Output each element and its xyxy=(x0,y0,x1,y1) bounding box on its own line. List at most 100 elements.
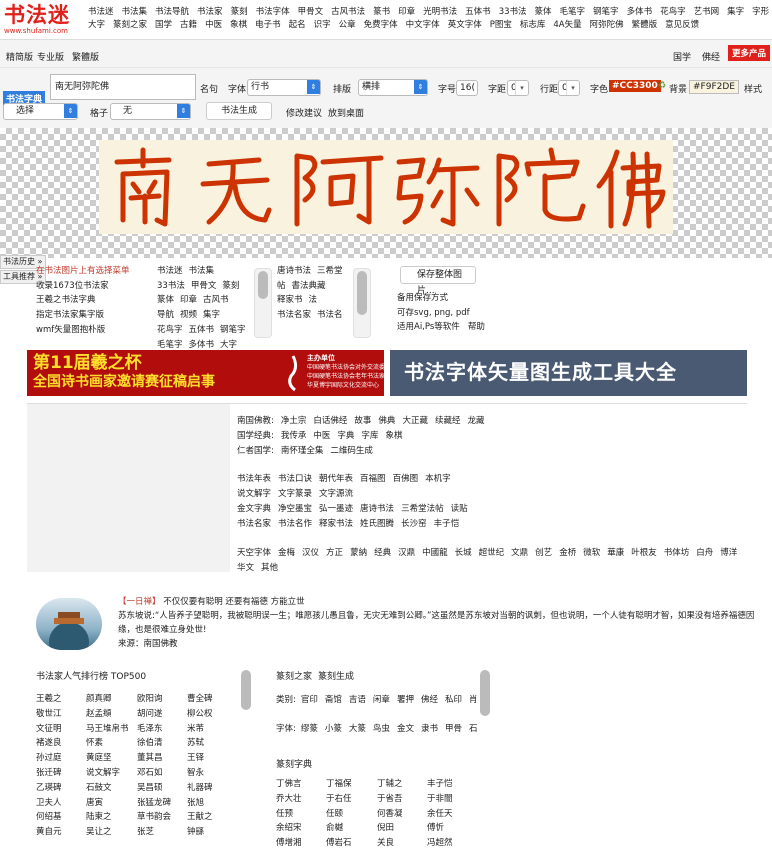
seal-name-item[interactable]: 倪田 xyxy=(377,821,394,833)
style-label[interactable]: 样式 xyxy=(744,82,762,95)
seal-name-item[interactable]: 傅增湘 xyxy=(276,836,302,848)
top-nav-link[interactable]: 书法集 xyxy=(122,7,148,17)
category-link[interactable]: 超世纪 xyxy=(479,548,505,558)
top-nav-link[interactable]: 篆体 xyxy=(535,7,552,17)
category-link[interactable]: 南怀瑾全集 xyxy=(281,446,324,456)
ranking-item[interactable]: 王羲之 xyxy=(36,692,62,704)
category-link[interactable]: 博洋 xyxy=(720,548,737,558)
help-link[interactable]: 帮助 xyxy=(468,322,485,332)
category-link[interactable]: 丰子恺 xyxy=(434,519,460,529)
ink-color-picker[interactable]: #CC3300 xyxy=(609,80,661,92)
ranking-title[interactable]: 书法家人气排行榜 TOP500 xyxy=(36,669,146,682)
text-input[interactable]: 南无阿弥陀佛 xyxy=(50,74,196,100)
seal-category-link[interactable]: 吉语 xyxy=(349,695,366,705)
seal-font-link[interactable]: 甲骨 xyxy=(445,724,462,734)
seal-dictionary-title[interactable]: 篆刻字典 xyxy=(276,757,312,770)
layout-select[interactable]: 横排 ⇕ xyxy=(358,79,428,96)
seal-name-item[interactable]: 冯超然 xyxy=(427,836,453,848)
top-nav-link[interactable]: 33书法 xyxy=(499,7,527,17)
category-link[interactable]: 读贴 xyxy=(451,504,468,514)
seal-name-item[interactable]: 丁辅之 xyxy=(377,777,403,789)
top-nav-link[interactable]: 英文字体 xyxy=(448,20,482,30)
save-option[interactable]: 适用Ai,Ps等软件 xyxy=(397,322,460,332)
classic-link[interactable]: 释家书 xyxy=(277,293,303,308)
scrollbar-thumb[interactable] xyxy=(258,271,268,299)
category-link[interactable]: 天空字体 xyxy=(237,548,271,558)
ranking-item[interactable]: 颜真卿 xyxy=(86,692,112,704)
type-select[interactable]: 选择 ⇕ xyxy=(3,103,78,120)
category-link[interactable]: 方正 xyxy=(326,548,343,558)
site-link[interactable]: 集字 xyxy=(203,308,220,323)
category-link[interactable]: 长城 xyxy=(455,548,472,558)
category-link[interactable]: 百佛图 xyxy=(393,474,419,484)
site-logo[interactable]: 书法迷 www.shufami.com xyxy=(4,3,82,37)
category-link[interactable]: 书法口诀 xyxy=(278,474,312,484)
site-link[interactable]: 五体书 xyxy=(189,323,215,338)
classic-link[interactable]: 三希堂 xyxy=(317,264,343,279)
category-link[interactable]: 弘一墨迹 xyxy=(319,504,353,514)
classic-link[interactable]: 书法名 xyxy=(317,308,343,323)
top-nav-link[interactable]: 钢笔字 xyxy=(593,7,619,17)
category-link[interactable]: 唐诗书法 xyxy=(360,504,394,514)
site-link[interactable]: 33书法 xyxy=(157,279,185,294)
site-link[interactable]: 印章 xyxy=(180,293,197,308)
classic-scrollbar[interactable] xyxy=(353,268,371,338)
top-nav-link[interactable]: 公章 xyxy=(339,20,356,30)
save-option[interactable]: 备用保存方式 xyxy=(397,291,485,306)
top-nav-link[interactable]: 五体书 xyxy=(465,7,491,17)
classic-link[interactable]: 帖 xyxy=(277,279,286,294)
site-link[interactable]: 书法迷 xyxy=(157,264,183,279)
ranking-item[interactable]: 怀素 xyxy=(86,736,103,748)
top-nav-link[interactable]: 集字 xyxy=(727,7,744,17)
site-link[interactable]: 篆体 xyxy=(157,293,174,308)
site-link[interactable]: 导航 xyxy=(157,308,174,323)
top-nav-link[interactable]: 书法导航 xyxy=(155,7,189,17)
seal-scrollbar[interactable] xyxy=(477,670,495,852)
top-nav-link[interactable]: 古籍 xyxy=(180,20,197,30)
contest-banner[interactable]: 第11届羲之杯 全国诗书画家邀请赛征稿启事 主办单位 中国硬笔书法协会对外交流委… xyxy=(27,350,384,396)
category-link[interactable]: 朝代年表 xyxy=(319,474,353,484)
category-link[interactable]: 微软 xyxy=(583,548,600,558)
site-link[interactable]: 甲骨文 xyxy=(191,279,217,294)
ranking-item[interactable]: 柳公权 xyxy=(187,707,213,719)
category-link[interactable]: 叶根友 xyxy=(631,548,657,558)
link-simple-version[interactable]: 精简版 xyxy=(6,50,33,63)
ranking-scrollbar[interactable] xyxy=(238,670,256,852)
seal-font-link[interactable]: 缪篆 xyxy=(301,724,318,734)
top-nav-link[interactable]: 国学 xyxy=(155,20,172,30)
category-link[interactable]: 文字源流 xyxy=(319,489,353,499)
ranking-item[interactable]: 毛泽东 xyxy=(137,722,163,734)
info-link[interactable]: 王羲之书法字典 xyxy=(36,293,130,308)
info-link[interactable]: 指定书法家集字版 xyxy=(36,308,130,323)
top-nav-link[interactable]: 起名 xyxy=(289,20,306,30)
category-link[interactable]: 白话佛经 xyxy=(313,416,347,426)
category-link[interactable]: 蒙納 xyxy=(350,548,367,558)
ranking-item[interactable]: 黄庭坚 xyxy=(86,751,112,763)
category-link[interactable]: 其他 xyxy=(261,563,278,573)
site-link[interactable]: 钢笔字 xyxy=(220,323,246,338)
category-link[interactable]: 龙藏 xyxy=(467,416,484,426)
category-link[interactable]: 说文解字 xyxy=(237,489,271,499)
top-nav-link[interactable]: 古风书法 xyxy=(331,7,365,17)
category-link[interactable]: 净空墨宝 xyxy=(278,504,312,514)
ranking-item[interactable]: 苏轼 xyxy=(187,736,204,748)
category-link[interactable]: 书法年表 xyxy=(237,474,271,484)
category-link[interactable]: 故事 xyxy=(354,416,371,426)
ranking-item[interactable]: 卫夫人 xyxy=(36,796,62,808)
category-link[interactable]: 華康 xyxy=(607,548,624,558)
top-nav-link[interactable]: P图宝 xyxy=(490,20,512,30)
site-link[interactable]: 视频 xyxy=(180,308,197,323)
seal-font-link[interactable]: 金文 xyxy=(397,724,414,734)
info-link[interactable]: wmf矢量图抱朴版 xyxy=(36,323,130,338)
top-nav-link[interactable]: 书法字体 xyxy=(256,7,290,17)
category-link[interactable]: 华文 xyxy=(237,563,254,573)
seal-name-item[interactable]: 于非闇 xyxy=(427,792,453,804)
save-option[interactable]: 可存svg, png, pdf xyxy=(397,306,485,321)
spacing-select[interactable]: 0 ▾ xyxy=(507,80,529,96)
classic-link[interactable]: 唐诗书法 xyxy=(277,264,311,279)
ranking-item[interactable]: 吴让之 xyxy=(86,825,112,837)
top-nav-link[interactable]: 篆刻 xyxy=(231,7,248,17)
category-link[interactable]: 白舟 xyxy=(696,548,713,558)
category-link[interactable]: 中國龍 xyxy=(422,548,448,558)
site-link[interactable]: 书法集 xyxy=(189,264,215,279)
